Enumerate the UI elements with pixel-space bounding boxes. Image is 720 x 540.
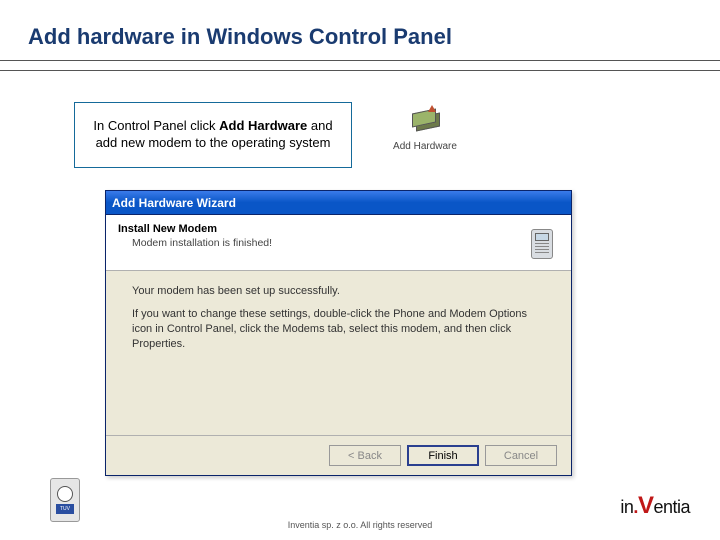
divider <box>0 70 720 71</box>
finish-button[interactable]: Finish <box>407 445 479 466</box>
instruction-text-bold: Add Hardware <box>219 118 307 133</box>
tuv-label: TUV <box>56 504 74 514</box>
add-hardware-icon-label: Add Hardware <box>380 141 470 152</box>
wizard-header: Install New Modem Modem installation is … <box>106 215 571 271</box>
divider <box>0 60 720 61</box>
tuv-ring-icon <box>57 486 73 502</box>
wizard-body-instructions-text: If you want to change these settings, do… <box>132 307 545 352</box>
modem-phone-icon <box>525 223 561 265</box>
slide-title: Add hardware in Windows Control Panel <box>28 24 452 50</box>
instruction-text-prefix: In Control Panel click <box>93 118 219 133</box>
window-titlebar[interactable]: Add Hardware Wizard <box>106 191 571 215</box>
cancel-button: Cancel <box>485 445 557 466</box>
logo-text-in: in <box>620 497 633 517</box>
wizard-button-row: < Back Finish Cancel <box>106 435 571 475</box>
back-button: < Back <box>329 445 401 466</box>
window-title-text: Add Hardware Wizard <box>112 196 236 210</box>
tuv-cert-badge: TUV <box>50 478 80 522</box>
logo-text-v: V <box>638 492 654 519</box>
add-hardware-wizard-window: Add Hardware Wizard Install New Modem Mo… <box>105 190 572 476</box>
wizard-header-subtitle: Modem installation is finished! <box>132 237 559 249</box>
logo-text-entia: entia <box>653 497 690 517</box>
wizard-body-success-text: Your modem has been set up successfully. <box>132 285 545 297</box>
add-hardware-icon <box>408 105 442 135</box>
add-hardware-control-panel-item[interactable]: Add Hardware <box>380 105 470 152</box>
footer-copyright: Inventia sp. z o.o. All rights reserved <box>288 520 433 530</box>
instruction-box: In Control Panel click Add Hardware and … <box>74 102 352 168</box>
wizard-header-title: Install New Modem <box>118 223 559 235</box>
inventia-logo: in.Ventia <box>620 492 690 520</box>
wizard-body: Your modem has been set up successfully.… <box>106 271 571 366</box>
